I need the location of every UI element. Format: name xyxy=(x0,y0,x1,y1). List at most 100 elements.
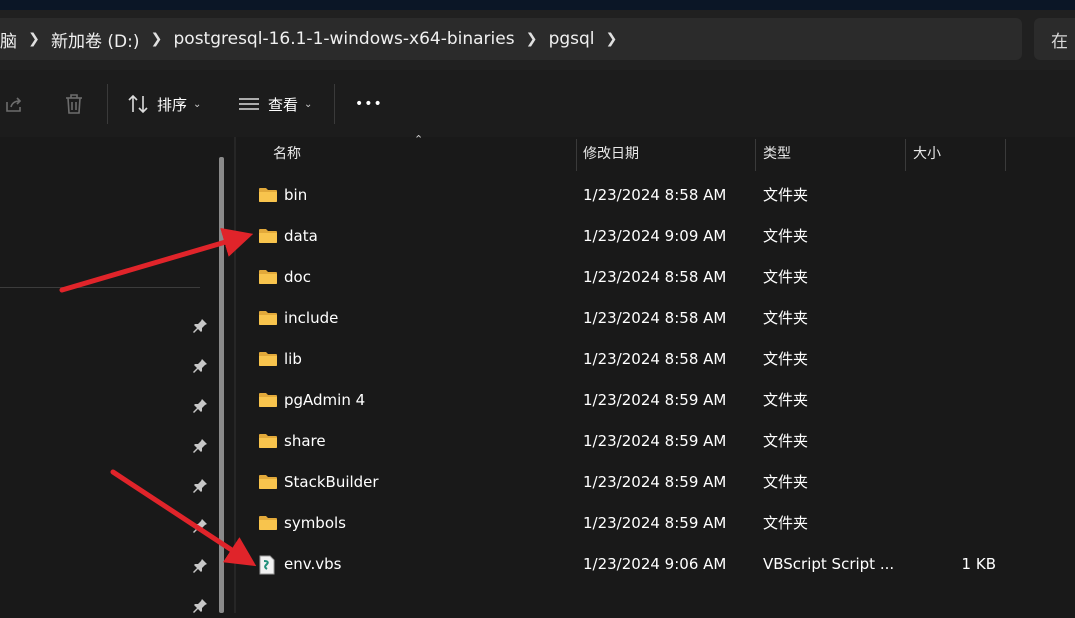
sort-label: 排序 xyxy=(157,95,188,114)
folder-icon xyxy=(258,227,278,245)
file-row[interactable]: include 1/23/2024 8:58 AM 文件夹 xyxy=(236,298,1075,339)
file-row[interactable]: pgAdmin 4 1/23/2024 8:59 AM 文件夹 xyxy=(236,380,1075,421)
file-size: 1 KB xyxy=(961,555,996,573)
file-date-modified: 1/23/2024 8:59 AM xyxy=(583,391,727,409)
pin-icon[interactable] xyxy=(192,478,208,494)
navigation-divider xyxy=(0,287,200,288)
column-header-type[interactable]: 类型 xyxy=(763,137,791,171)
file-size xyxy=(906,503,996,544)
file-size xyxy=(906,339,996,380)
chevron-right-icon[interactable]: ❯ xyxy=(595,31,629,47)
column-separator[interactable] xyxy=(905,139,906,171)
file-name: data xyxy=(284,227,318,245)
file-row[interactable]: bin 1/23/2024 8:58 AM 文件夹 xyxy=(236,175,1075,216)
more-options-button[interactable]: ••• xyxy=(355,92,383,116)
view-label: 查看 xyxy=(268,95,299,114)
navigation-scrollbar[interactable] xyxy=(219,157,224,613)
folder-icon xyxy=(258,268,278,286)
file-date-modified: 1/23/2024 8:59 AM xyxy=(583,473,727,491)
file-row[interactable]: symbols 1/23/2024 8:59 AM 文件夹 xyxy=(236,503,1075,544)
file-row[interactable]: data 1/23/2024 9:09 AM 文件夹 xyxy=(236,216,1075,257)
file-type: 文件夹 xyxy=(763,514,809,532)
column-header-name[interactable]: 名称 xyxy=(273,137,301,171)
window-top-strip xyxy=(0,0,1075,10)
pin-icon[interactable] xyxy=(192,518,208,534)
pin-icon[interactable] xyxy=(192,438,208,454)
file-row[interactable]: env.vbs 1/23/2024 9:06 AM VBScript Script … xyxy=(236,544,1075,585)
file-date-modified: 1/23/2024 8:58 AM xyxy=(583,186,727,204)
file-type: 文件夹 xyxy=(763,473,809,491)
file-date-modified: 1/23/2024 8:58 AM xyxy=(583,309,727,327)
column-separator[interactable] xyxy=(1005,139,1006,171)
file-name: StackBuilder xyxy=(284,473,379,491)
file-type: VBScript Script ... xyxy=(763,555,895,573)
chevron-down-icon: ⌄ xyxy=(304,98,313,110)
breadcrumb[interactable]: 脑 ❯ 新加卷 (D:) ❯ postgresql-16.1-1-windows… xyxy=(0,18,1022,60)
pin-icon[interactable] xyxy=(192,398,208,414)
file-name: env.vbs xyxy=(284,555,342,573)
file-name: pgAdmin 4 xyxy=(284,391,366,409)
toolbar-separator xyxy=(107,84,108,124)
column-header-date[interactable]: 修改日期 xyxy=(583,137,639,171)
file-size xyxy=(906,216,996,257)
column-separator[interactable] xyxy=(576,139,577,171)
file-size xyxy=(906,257,996,298)
search-input[interactable]: 在 xyxy=(1034,18,1075,60)
file-type: 文件夹 xyxy=(763,391,809,409)
file-row[interactable]: share 1/23/2024 8:59 AM 文件夹 xyxy=(236,421,1075,462)
chevron-right-icon[interactable]: ❯ xyxy=(17,31,51,47)
file-type: 文件夹 xyxy=(763,186,809,204)
file-date-modified: 1/23/2024 8:58 AM xyxy=(583,268,727,286)
file-name: symbols xyxy=(284,514,346,532)
file-name: share xyxy=(284,432,326,450)
sort-button[interactable]: 排序 ⌄ xyxy=(127,92,201,116)
folder-icon xyxy=(258,391,278,409)
file-date-modified: 1/23/2024 8:58 AM xyxy=(583,350,727,368)
breadcrumb-item-pgsql[interactable]: pgsql xyxy=(549,29,595,49)
folder-icon xyxy=(258,473,278,491)
file-name: doc xyxy=(284,268,311,286)
pin-icon[interactable] xyxy=(192,318,208,334)
file-size xyxy=(906,175,996,216)
chevron-right-icon[interactable]: ❯ xyxy=(515,31,549,47)
file-row[interactable]: StackBuilder 1/23/2024 8:59 AM 文件夹 xyxy=(236,462,1075,503)
sort-ascending-icon: ⌃ xyxy=(414,133,424,146)
more-icon: ••• xyxy=(355,96,383,112)
folder-icon xyxy=(258,186,278,204)
column-header-row: ⌃ 名称 修改日期 类型 大小 xyxy=(236,133,1075,171)
file-date-modified: 1/23/2024 9:06 AM xyxy=(583,555,727,573)
file-size xyxy=(906,298,996,339)
file-row[interactable]: lib 1/23/2024 8:58 AM 文件夹 xyxy=(236,339,1075,380)
search-placeholder: 在 xyxy=(1051,31,1068,52)
file-size xyxy=(906,380,996,421)
file-date-modified: 1/23/2024 8:59 AM xyxy=(583,514,727,532)
file-type: 文件夹 xyxy=(763,227,809,245)
column-header-size[interactable]: 大小 xyxy=(913,137,941,171)
breadcrumb-item-postgresql-folder[interactable]: postgresql-16.1-1-windows-x64-binaries xyxy=(174,29,515,49)
folder-icon xyxy=(258,350,278,368)
chevron-down-icon: ⌄ xyxy=(193,98,202,110)
delete-icon[interactable] xyxy=(64,93,84,119)
file-size xyxy=(906,462,996,503)
file-row[interactable]: doc 1/23/2024 8:58 AM 文件夹 xyxy=(236,257,1075,298)
file-name: lib xyxy=(284,350,302,368)
share-icon[interactable] xyxy=(4,94,24,118)
file-type: 文件夹 xyxy=(763,309,809,327)
pin-icon[interactable] xyxy=(192,598,208,614)
file-name: include xyxy=(284,309,339,327)
file-name: bin xyxy=(284,186,308,204)
chevron-right-icon[interactable]: ❯ xyxy=(140,31,174,47)
pin-icon[interactable] xyxy=(192,558,208,574)
file-size xyxy=(906,421,996,462)
view-button[interactable]: 查看 ⌄ xyxy=(238,92,312,116)
pin-icon[interactable] xyxy=(192,358,208,374)
breadcrumb-item-this-pc[interactable]: 脑 xyxy=(0,27,17,52)
file-date-modified: 1/23/2024 9:09 AM xyxy=(583,227,727,245)
folder-icon xyxy=(258,432,278,450)
file-type: 文件夹 xyxy=(763,432,809,450)
folder-icon xyxy=(258,514,278,532)
file-date-modified: 1/23/2024 8:59 AM xyxy=(583,432,727,450)
breadcrumb-item-drive[interactable]: 新加卷 (D:) xyxy=(51,27,140,52)
file-type: 文件夹 xyxy=(763,350,809,368)
column-separator[interactable] xyxy=(755,139,756,171)
